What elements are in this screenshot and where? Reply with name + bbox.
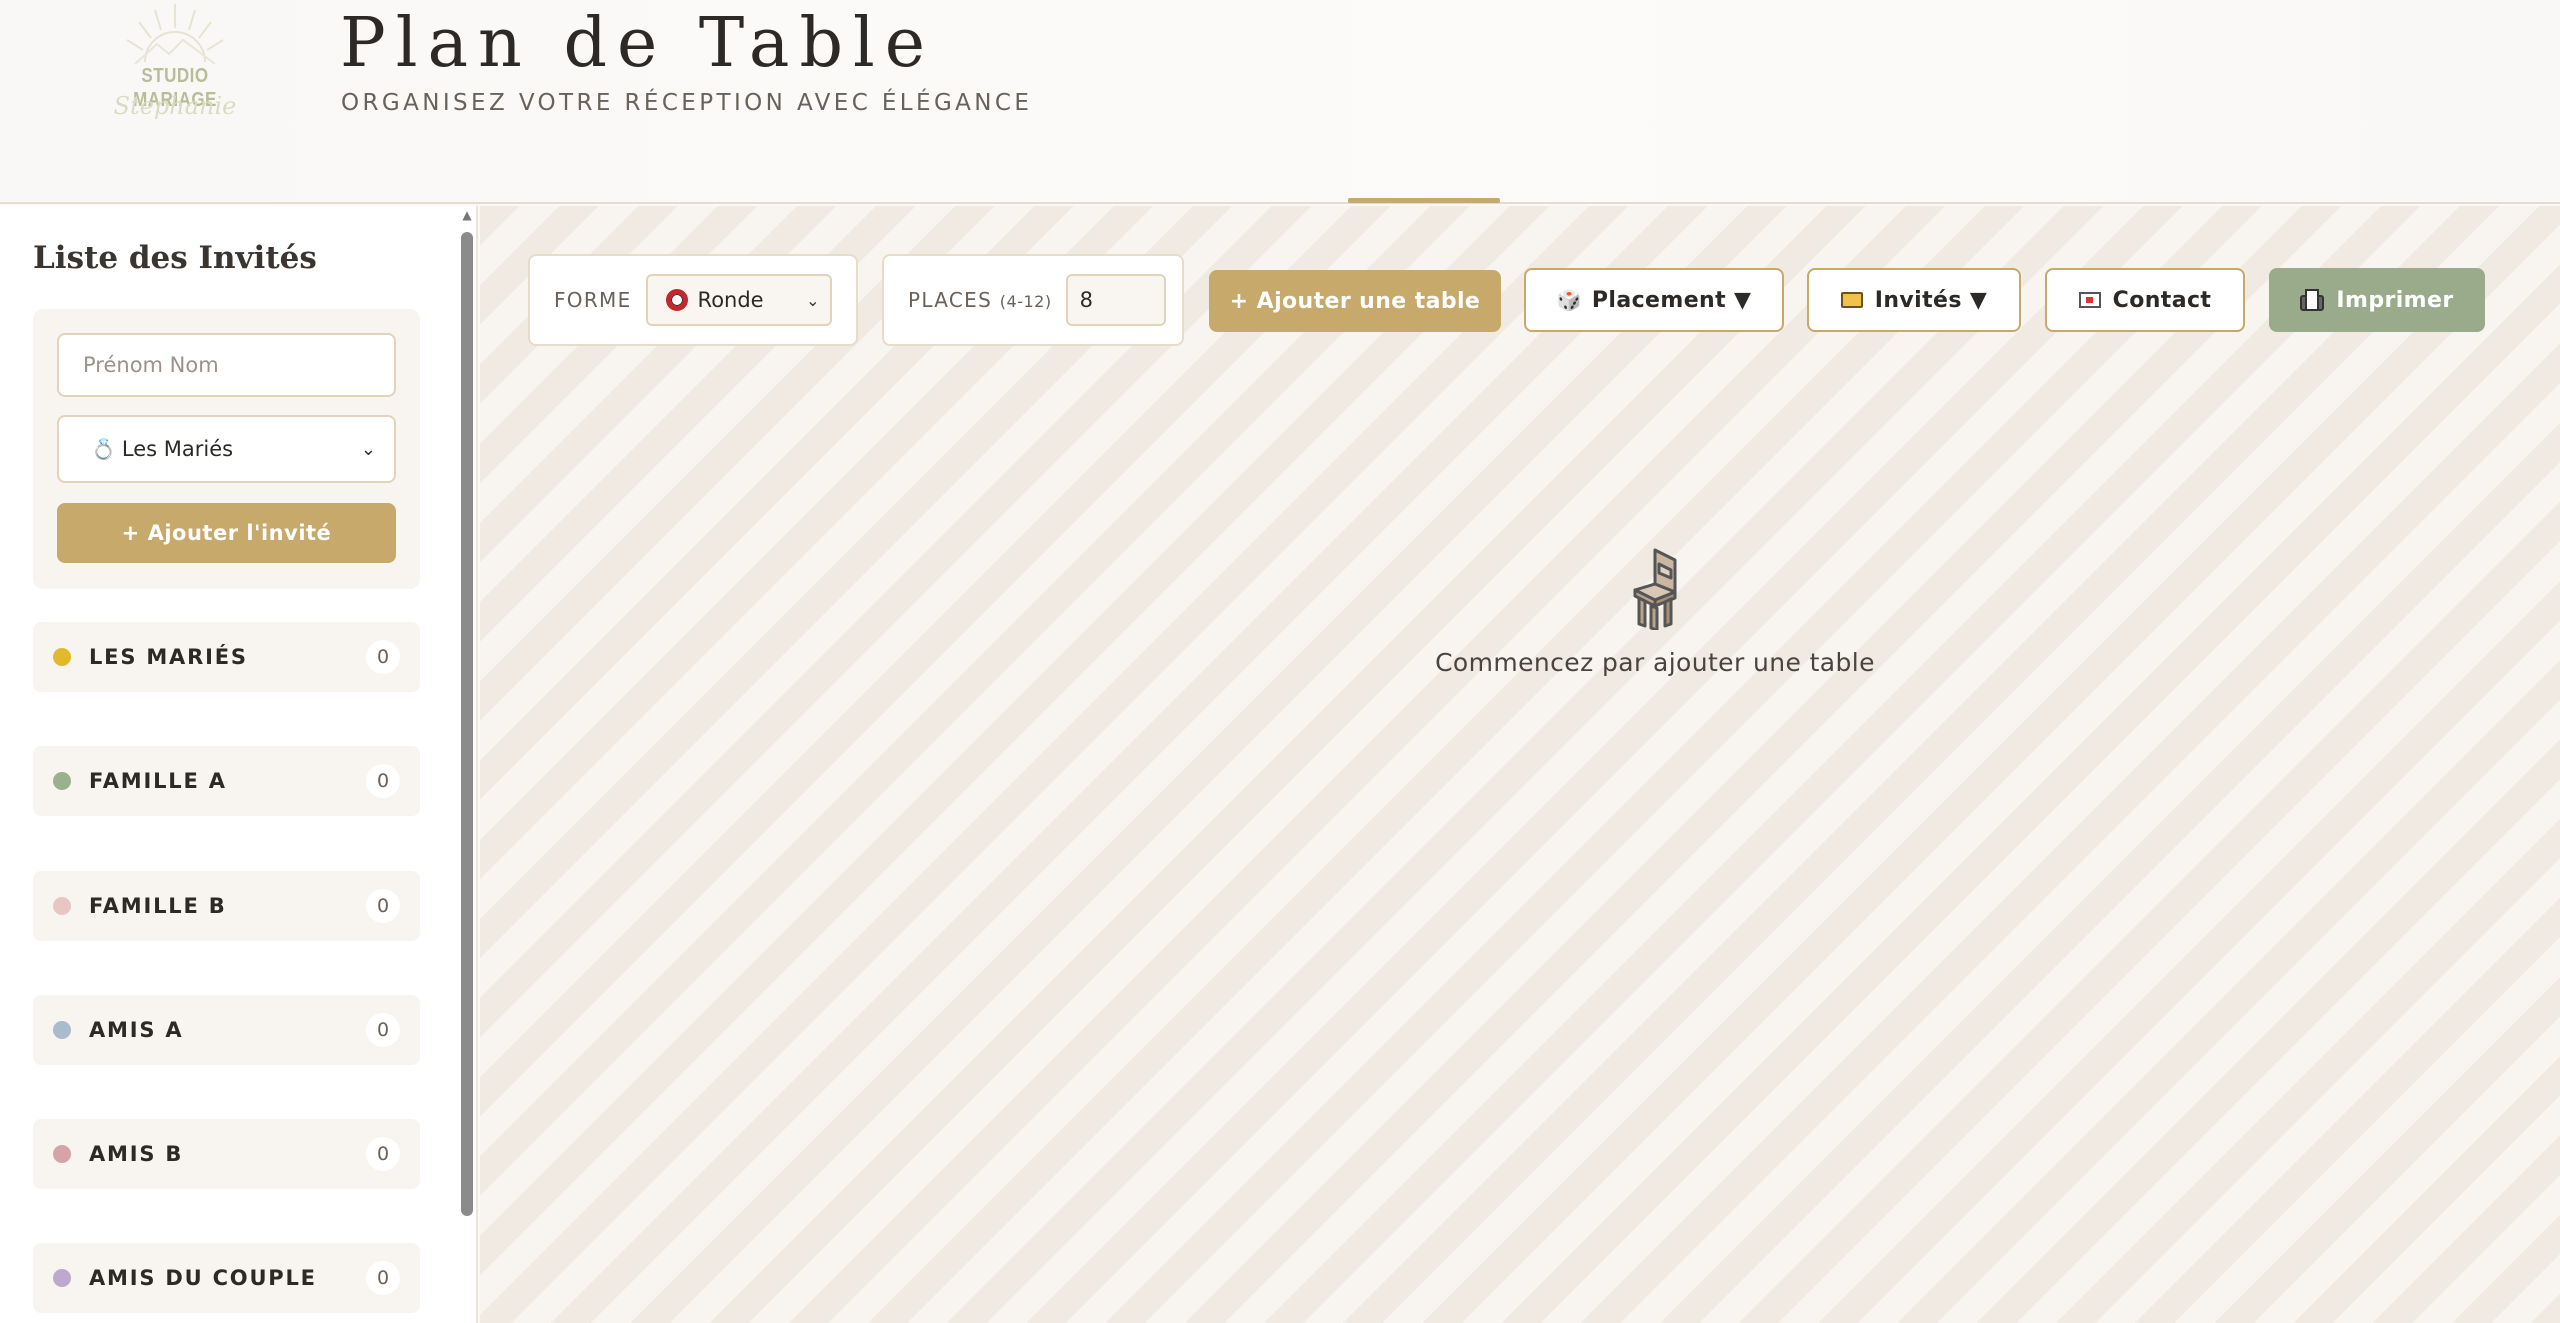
group-color-dot — [53, 772, 71, 790]
group-row-amis-a[interactable]: AMIS A 0 — [33, 995, 420, 1065]
scroll-up-arrow-icon[interactable]: ▲ — [460, 208, 474, 222]
group-row-famille-b[interactable]: FAMILLE B 0 — [33, 871, 420, 941]
shape-select-value: Ronde — [697, 288, 764, 312]
group-label: FAMILLE A — [89, 769, 227, 793]
group-select-value: Les Mariés — [121, 437, 234, 461]
group-count-badge: 0 — [366, 1013, 400, 1047]
empty-state-message: Commencez par ajouter une table — [1435, 648, 1875, 677]
group-label: FAMILLE B — [89, 894, 227, 918]
printer-icon — [2300, 289, 2325, 311]
placement-menu-button[interactable]: 🎲 Placement ▼ — [1524, 268, 1784, 332]
app-header: STUDIO MARIAGE Stephanie Plan de Table O… — [0, 0, 2560, 204]
group-label: AMIS B — [89, 1142, 184, 1166]
print-label: Imprimer — [2336, 287, 2454, 313]
contact-label: Contact — [2112, 287, 2212, 313]
group-color-dot — [53, 1145, 71, 1163]
chevron-down-icon: ⌄ — [360, 438, 376, 460]
chair-icon — [1633, 548, 1677, 630]
print-button[interactable]: Imprimer — [2269, 268, 2485, 332]
logo-script: Stephanie — [113, 92, 237, 120]
group-row-les-maries[interactable]: LES MARIÉS 0 — [33, 622, 420, 692]
group-color-dot — [53, 1269, 71, 1287]
round-shape-icon — [665, 289, 688, 311]
places-input[interactable] — [1065, 274, 1166, 326]
group-row-amis-b[interactable]: AMIS B 0 — [33, 1119, 420, 1189]
group-color-dot — [53, 648, 71, 666]
seating-canvas: FORME Ronde ⌄ PLACES (4-12) + Ajouter un… — [480, 206, 2560, 1323]
group-label: AMIS DU COUPLE — [89, 1266, 317, 1290]
folder-icon — [1840, 292, 1863, 308]
places-control: PLACES (4-12) — [882, 254, 1184, 346]
group-color-dot — [53, 897, 71, 915]
sidebar-scroll-thumb[interactable] — [461, 232, 473, 1216]
page-title: Plan de Table — [340, 4, 935, 83]
group-color-dot — [53, 1021, 71, 1039]
envelope-icon — [2078, 292, 2101, 308]
guest-group-select[interactable]: 💍 Les Mariés ⌄ — [57, 415, 396, 483]
empty-state: Commencez par ajouter une table — [1405, 546, 1905, 677]
group-count-badge: 0 — [366, 1137, 400, 1171]
group-row-famille-a[interactable]: FAMILLE A 0 — [33, 746, 420, 816]
group-count-badge: 0 — [366, 764, 400, 798]
shape-label: FORME — [554, 288, 632, 312]
add-guest-button[interactable]: + Ajouter l'invité — [57, 503, 396, 563]
invites-menu-button[interactable]: Invités ▼ — [1807, 268, 2021, 332]
group-count-badge: 0 — [366, 640, 400, 674]
contact-button[interactable]: Contact — [2045, 268, 2245, 332]
chevron-down-icon: ⌄ — [806, 290, 820, 310]
group-label: AMIS A — [89, 1018, 184, 1042]
studio-logo: STUDIO MARIAGE Stephanie — [105, 0, 245, 130]
header-accent-line — [1348, 198, 1500, 203]
invites-label: Invités ▼ — [1874, 287, 1988, 313]
add-guest-card: 💍 Les Mariés ⌄ + Ajouter l'invité — [33, 309, 420, 589]
places-label: PLACES (4-12) — [908, 288, 1052, 312]
guest-sidebar: Liste des Invités 💍 Les Mariés ⌄ + Ajout… — [0, 206, 478, 1323]
guest-name-input[interactable] — [57, 333, 396, 397]
group-count-badge: 0 — [366, 889, 400, 923]
group-count-badge: 0 — [366, 1261, 400, 1295]
shape-select[interactable]: Ronde ⌄ — [645, 274, 832, 326]
add-table-button[interactable]: + Ajouter une table — [1209, 270, 1501, 332]
group-label: LES MARIÉS — [89, 645, 248, 669]
shape-control: FORME Ronde ⌄ — [528, 254, 858, 346]
dice-icon: 🎲 — [1556, 288, 1582, 312]
group-row-amis-du-couple[interactable]: AMIS DU COUPLE 0 — [33, 1243, 420, 1313]
placement-label: Placement ▼ — [1591, 287, 1752, 313]
places-range: (4-12) — [999, 292, 1052, 311]
sidebar-title: Liste des Invités — [33, 240, 317, 276]
page-subtitle: ORGANISEZ VOTRE RÉCEPTION AVEC ÉLÉGANCE — [341, 90, 1033, 116]
places-label-text: PLACES — [908, 288, 993, 312]
ring-icon: 💍 — [91, 437, 116, 461]
